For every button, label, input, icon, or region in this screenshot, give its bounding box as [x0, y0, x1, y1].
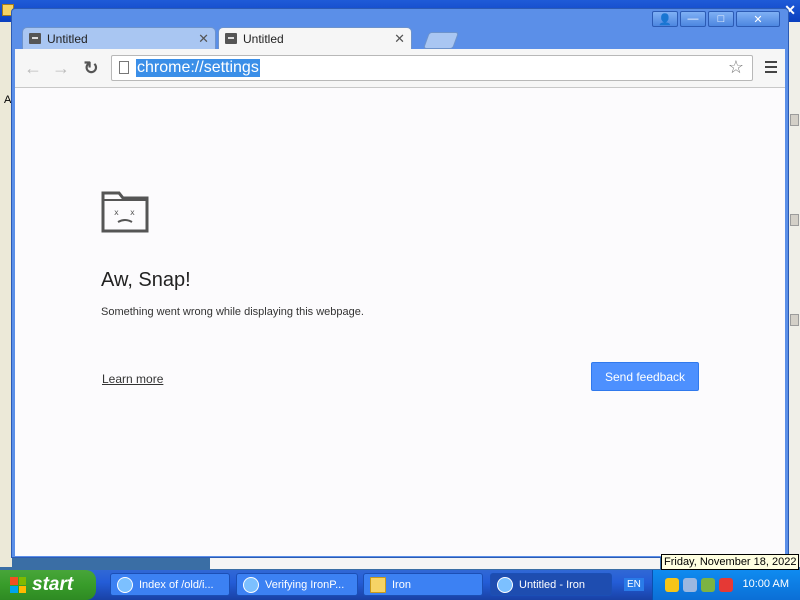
scroll-arrow-icon[interactable]	[790, 314, 799, 326]
send-feedback-button[interactable]: Send feedback	[591, 362, 699, 391]
forward-arrow-icon[interactable]: →	[51, 58, 71, 78]
back-arrow-icon[interactable]: ←	[23, 58, 43, 78]
taskbar-item-verifying[interactable]: Verifying IronP...	[236, 573, 358, 596]
page-content: x x Aw, Snap! Something went wrong while…	[15, 88, 785, 556]
menu-icon[interactable]	[765, 61, 777, 76]
security-icon[interactable]	[701, 578, 715, 592]
toolbar: ← → ↻ chrome://settings ☆	[15, 49, 785, 88]
alert-icon[interactable]	[719, 578, 733, 592]
minimize-button[interactable]: —	[680, 11, 706, 27]
learn-more-link[interactable]: Learn more	[102, 372, 163, 386]
sad-tab-icon: x x	[101, 191, 149, 233]
ie-icon	[243, 576, 259, 593]
taskbar-item-untitled-iron[interactable]: Untitled - Iron	[490, 573, 612, 596]
taskbar: start Index of /old/i... Verifying IronP…	[0, 570, 800, 600]
background-window-right	[789, 22, 800, 567]
taskbar-item-label: Iron	[392, 578, 411, 591]
tab-close-icon[interactable]: ✕	[394, 31, 405, 47]
tab-label: Untitled	[243, 31, 284, 46]
window-controls: 👤 — □ ✕	[652, 11, 780, 27]
page-icon	[119, 61, 129, 74]
language-indicator[interactable]: EN	[624, 578, 644, 591]
error-message: Something went wrong while displaying th…	[101, 306, 364, 318]
tab-close-icon[interactable]: ✕	[198, 31, 209, 47]
maximize-button[interactable]: □	[708, 11, 734, 27]
clock[interactable]: 10:00 AM	[743, 578, 789, 590]
iron-icon	[497, 576, 513, 593]
date-tooltip: Friday, November 18, 2022	[661, 554, 799, 570]
bookmark-star-icon[interactable]: ☆	[728, 57, 744, 78]
svg-text:x: x	[130, 208, 135, 217]
svg-text:x: x	[114, 208, 119, 217]
start-button[interactable]: start	[0, 570, 96, 600]
taskbar-item-label: Verifying IronP...	[265, 578, 345, 591]
address-bar[interactable]: chrome://settings ☆	[111, 55, 753, 81]
reload-icon[interactable]: ↻	[81, 58, 101, 78]
taskbar-item-iron-folder[interactable]: Iron	[363, 573, 483, 596]
sad-tab-favicon-icon	[29, 33, 41, 44]
scroll-arrow-icon[interactable]	[790, 214, 799, 226]
system-tray: 10:00 AM	[652, 570, 800, 600]
user-icon[interactable]: 👤	[652, 11, 678, 27]
taskbar-item-label: Index of /old/i...	[139, 578, 214, 591]
error-title: Aw, Snap!	[101, 269, 191, 291]
taskbar-item-index[interactable]: Index of /old/i...	[110, 573, 230, 596]
tab-untitled-2[interactable]: Untitled ✕	[218, 27, 412, 49]
address-text[interactable]: chrome://settings	[136, 59, 260, 77]
new-tab-button[interactable]	[422, 32, 460, 49]
network-icon[interactable]	[683, 578, 697, 592]
folder-icon	[370, 576, 386, 593]
tab-strip: Untitled ✕ Untitled ✕	[22, 27, 762, 49]
tab-untitled-1[interactable]: Untitled ✕	[22, 27, 216, 49]
shield-icon[interactable]	[665, 578, 679, 592]
start-label: start	[32, 574, 74, 595]
scroll-arrow-icon[interactable]	[790, 114, 799, 126]
close-button[interactable]: ✕	[736, 11, 780, 27]
tab-label: Untitled	[47, 31, 88, 46]
taskbar-item-label: Untitled - Iron	[519, 578, 586, 591]
sad-tab-favicon-icon	[225, 33, 237, 44]
browser-window: 👤 — □ ✕ Untitled ✕ Untitled ✕ ← → ↻ chro…	[11, 8, 789, 558]
ie-icon	[117, 576, 133, 593]
windows-logo-icon	[10, 577, 26, 593]
